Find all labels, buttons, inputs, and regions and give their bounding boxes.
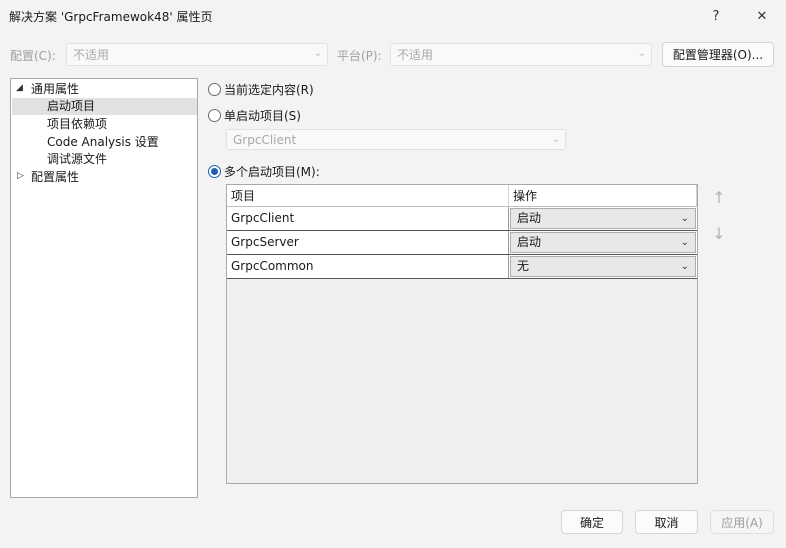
- action-dropdown[interactable]: 无 ⌄: [510, 256, 696, 277]
- move-up-button[interactable]: ↑: [708, 186, 730, 208]
- column-header-action[interactable]: 操作: [509, 185, 697, 207]
- chevron-down-icon: ⌄: [313, 48, 322, 59]
- apply-button[interactable]: 应用(A): [710, 510, 774, 534]
- help-icon: ?: [712, 8, 720, 24]
- window-title: 解决方案 'GrpcFramewok48' 属性页: [9, 10, 213, 24]
- tree-item-configuration-properties[interactable]: 配置属性: [31, 169, 79, 186]
- config-label: 配置(C):: [10, 49, 56, 63]
- close-icon: ✕: [756, 8, 768, 24]
- current-selection-radio[interactable]: [208, 83, 221, 96]
- action-value: 启动: [517, 211, 542, 225]
- single-startup-value: GrpcClient: [233, 132, 297, 147]
- tree-item-project-dependencies[interactable]: 项目依赖项: [47, 116, 107, 133]
- single-startup-radio[interactable]: [208, 109, 221, 122]
- action-dropdown[interactable]: 启动 ⌄: [510, 232, 696, 253]
- config-combo[interactable]: 不适用 ⌄: [66, 43, 328, 66]
- tree-item-common-properties[interactable]: 通用属性: [31, 81, 79, 98]
- project-name-cell: GrpcServer: [227, 231, 509, 254]
- action-value: 无: [517, 259, 530, 273]
- tree-item-code-analysis[interactable]: Code Analysis 设置: [47, 134, 159, 151]
- config-manager-button[interactable]: 配置管理器(O)...: [662, 42, 774, 67]
- chevron-down-icon: ⌄: [551, 134, 560, 145]
- move-down-button[interactable]: ↓: [708, 222, 730, 244]
- platform-combo[interactable]: 不适用 ⌄: [390, 43, 652, 66]
- tree-item-debug-source-files[interactable]: 调试源文件: [47, 151, 107, 168]
- tree-item-startup-project[interactable]: 启动项目: [12, 98, 197, 115]
- arrow-down-icon: ↓: [712, 223, 726, 243]
- single-startup-combo[interactable]: GrpcClient ⌄: [226, 129, 566, 150]
- cancel-button[interactable]: 取消: [635, 510, 698, 534]
- action-value: 启动: [517, 235, 542, 249]
- multiple-startup-label: 多个启动项目(M):: [224, 165, 320, 179]
- arrow-up-icon: ↑: [712, 187, 726, 207]
- platform-value: 不适用: [397, 48, 434, 62]
- ok-button[interactable]: 确定: [561, 510, 623, 534]
- property-tree: ◢ 通用属性 启动项目 项目依赖项 Code Analysis 设置 调试源文件…: [10, 78, 198, 498]
- config-value: 不适用: [73, 48, 110, 62]
- chevron-down-icon: ⌄: [680, 261, 689, 272]
- title-bar: 解决方案 'GrpcFramewok48' 属性页 ? ✕: [0, 0, 786, 32]
- expanded-triangle-icon[interactable]: ◢: [16, 83, 23, 93]
- project-name-cell: GrpcCommon: [227, 255, 509, 278]
- action-dropdown[interactable]: 启动 ⌄: [510, 208, 696, 229]
- collapsed-triangle-icon[interactable]: ▷: [17, 171, 24, 181]
- current-selection-label: 当前选定内容(R): [224, 83, 314, 97]
- chevron-down-icon: ⌄: [680, 213, 689, 224]
- platform-label: 平台(P):: [337, 49, 382, 63]
- chevron-down-icon: ⌄: [680, 237, 689, 248]
- help-button[interactable]: ?: [696, 2, 736, 30]
- table-row[interactable]: GrpcServer 启动 ⌄: [227, 231, 697, 255]
- single-startup-label: 单启动项目(S): [224, 109, 301, 123]
- startup-projects-grid: 项目 操作 GrpcClient 启动 ⌄ GrpcServer 启动 ⌄ Gr…: [226, 184, 698, 484]
- table-row[interactable]: GrpcClient 启动 ⌄: [227, 207, 697, 231]
- column-header-project[interactable]: 项目: [227, 185, 509, 207]
- table-row[interactable]: GrpcCommon 无 ⌄: [227, 255, 697, 279]
- multiple-startup-radio[interactable]: [208, 165, 221, 178]
- close-button[interactable]: ✕: [742, 2, 782, 30]
- project-name-cell: GrpcClient: [227, 207, 509, 230]
- chevron-down-icon: ⌄: [637, 48, 646, 59]
